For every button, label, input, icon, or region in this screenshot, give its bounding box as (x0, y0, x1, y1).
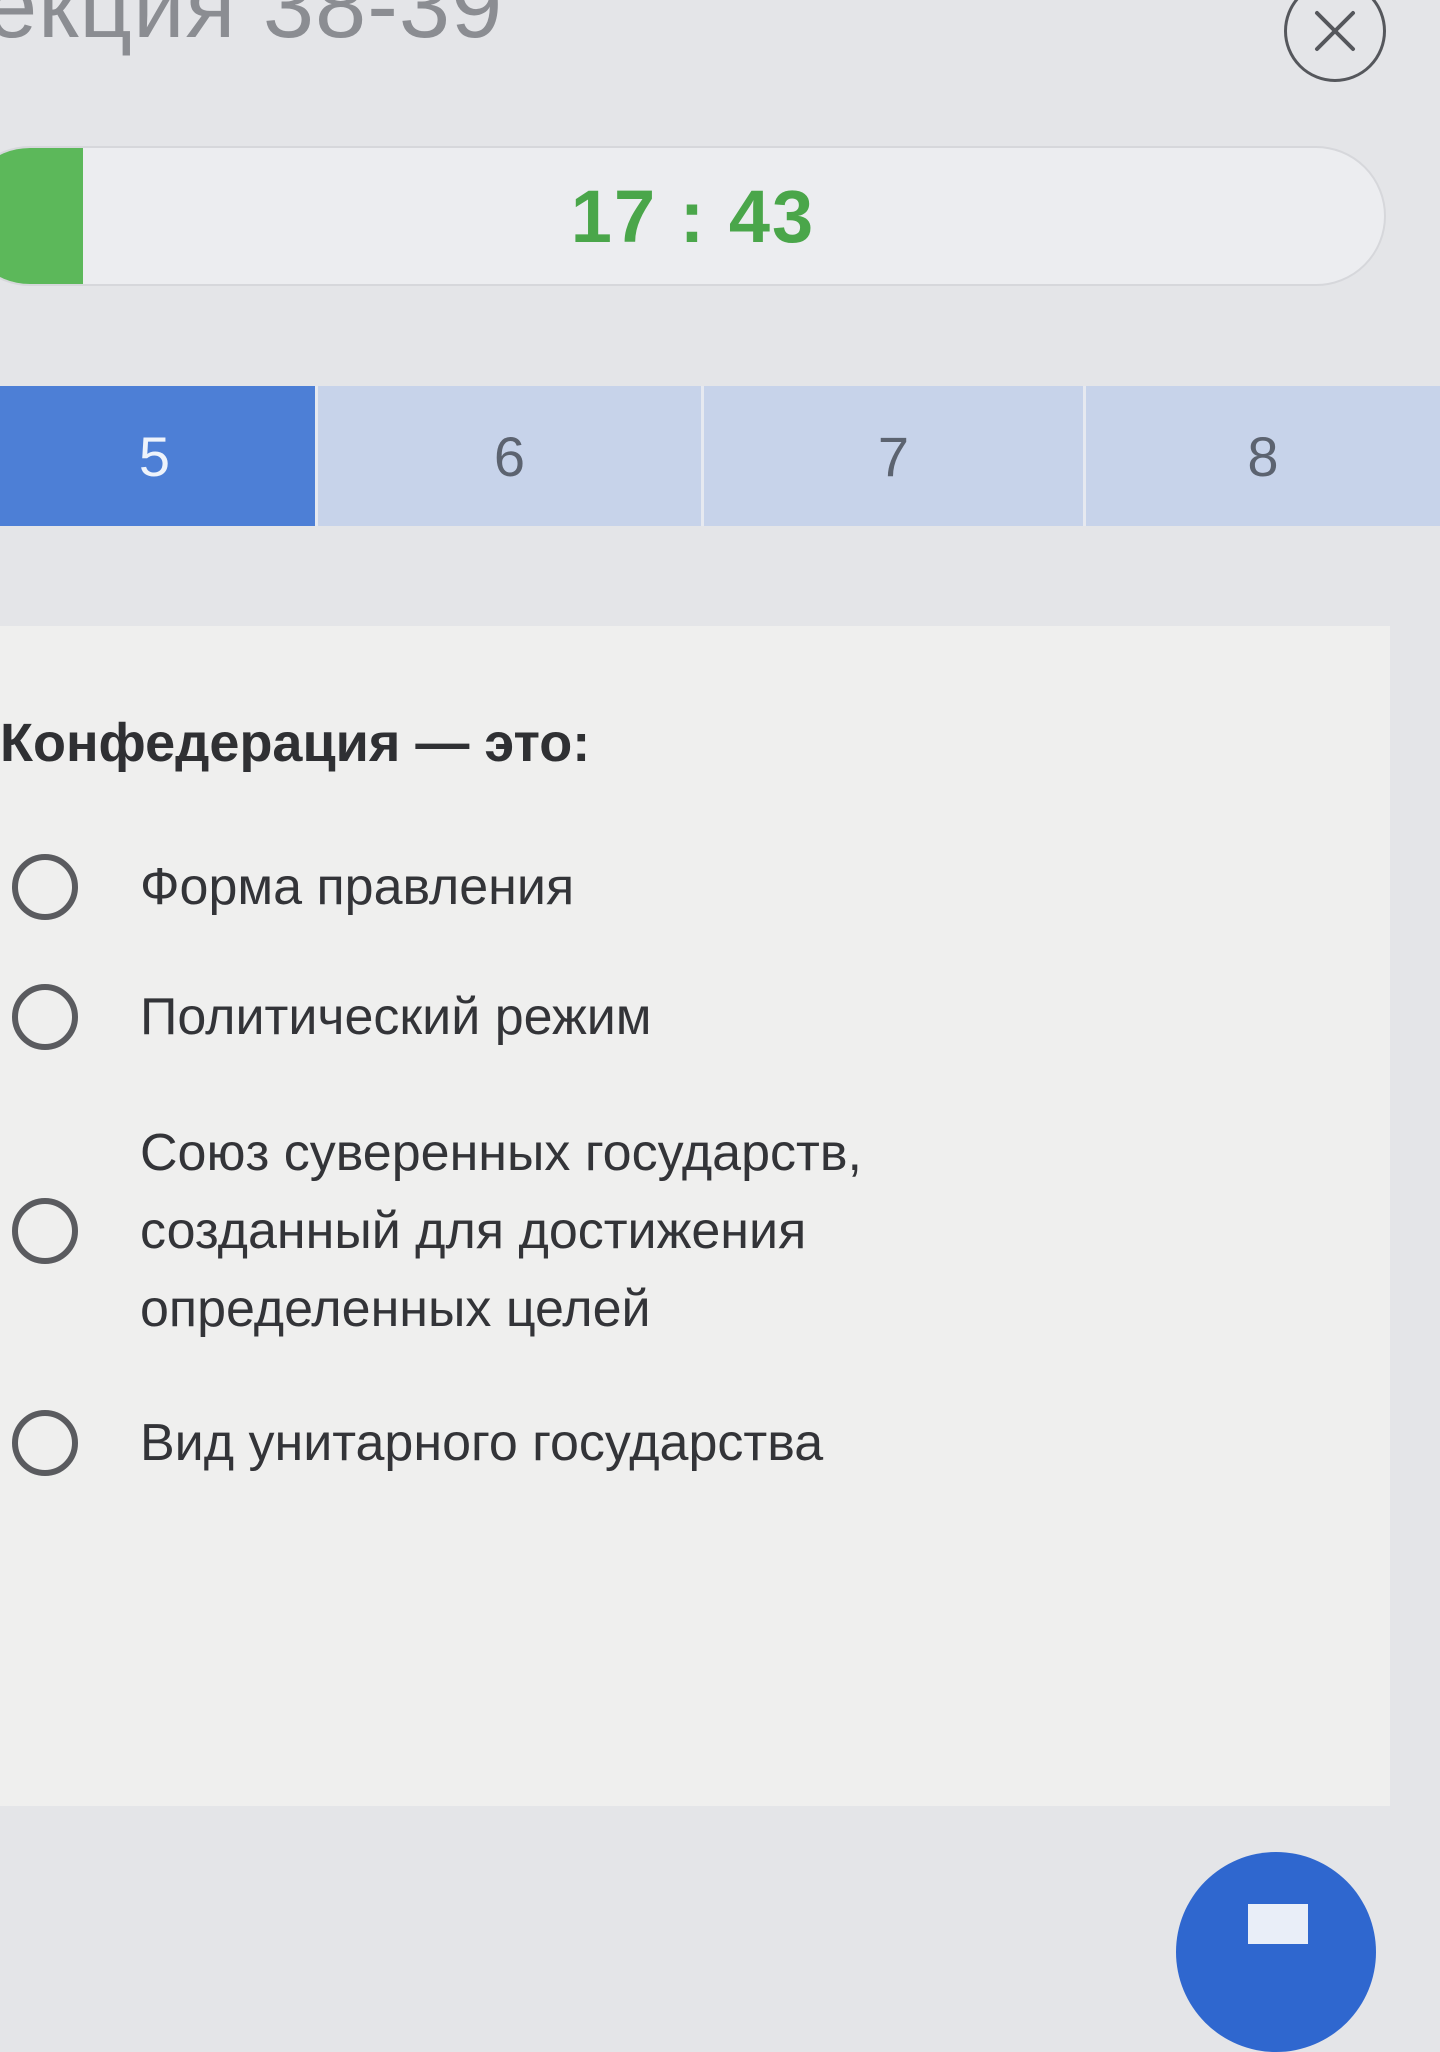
radio-button[interactable] (12, 1198, 78, 1264)
next-icon (1248, 1904, 1308, 1944)
answer-option-4[interactable]: Вид унитарного государства (12, 1404, 823, 1482)
answer-option-1[interactable]: Форма правления (12, 848, 574, 926)
close-icon (1315, 11, 1355, 51)
tab-question-7[interactable]: 7 (704, 386, 1086, 526)
question-card: Конфедерация — это: Форма правления Поли… (0, 626, 1390, 1806)
answer-option-label: Вид унитарного государства (140, 1414, 824, 1472)
header: екция 38-39 (0, 0, 1440, 120)
question-tabs: 5 6 7 8 (0, 386, 1440, 526)
timer-text: 17 : 43 (570, 174, 816, 258)
answer-option-label: Форма правления (140, 858, 575, 916)
radio-button[interactable] (12, 854, 78, 920)
answer-option-label: Союз суверенных государств, созданный дл… (140, 1124, 862, 1338)
tab-question-8[interactable]: 8 (1086, 386, 1440, 526)
next-button[interactable] (1176, 1852, 1376, 2052)
question-text: Конфедерация — это: (0, 713, 591, 773)
answer-option-label: Политический режим (140, 988, 652, 1046)
tab-question-5[interactable]: 5 (0, 386, 318, 526)
answer-option-3[interactable]: Союз суверенных государств, созданный дл… (12, 1114, 1040, 1348)
answer-option-2[interactable]: Политический режим (12, 978, 652, 1056)
timer-progress-bar: 17 : 43 (0, 146, 1386, 286)
radio-button[interactable] (12, 1410, 78, 1476)
radio-button[interactable] (12, 984, 78, 1050)
close-button[interactable] (1284, 0, 1386, 82)
lecture-title: екция 38-39 (0, 0, 504, 57)
tab-question-6[interactable]: 6 (318, 386, 704, 526)
